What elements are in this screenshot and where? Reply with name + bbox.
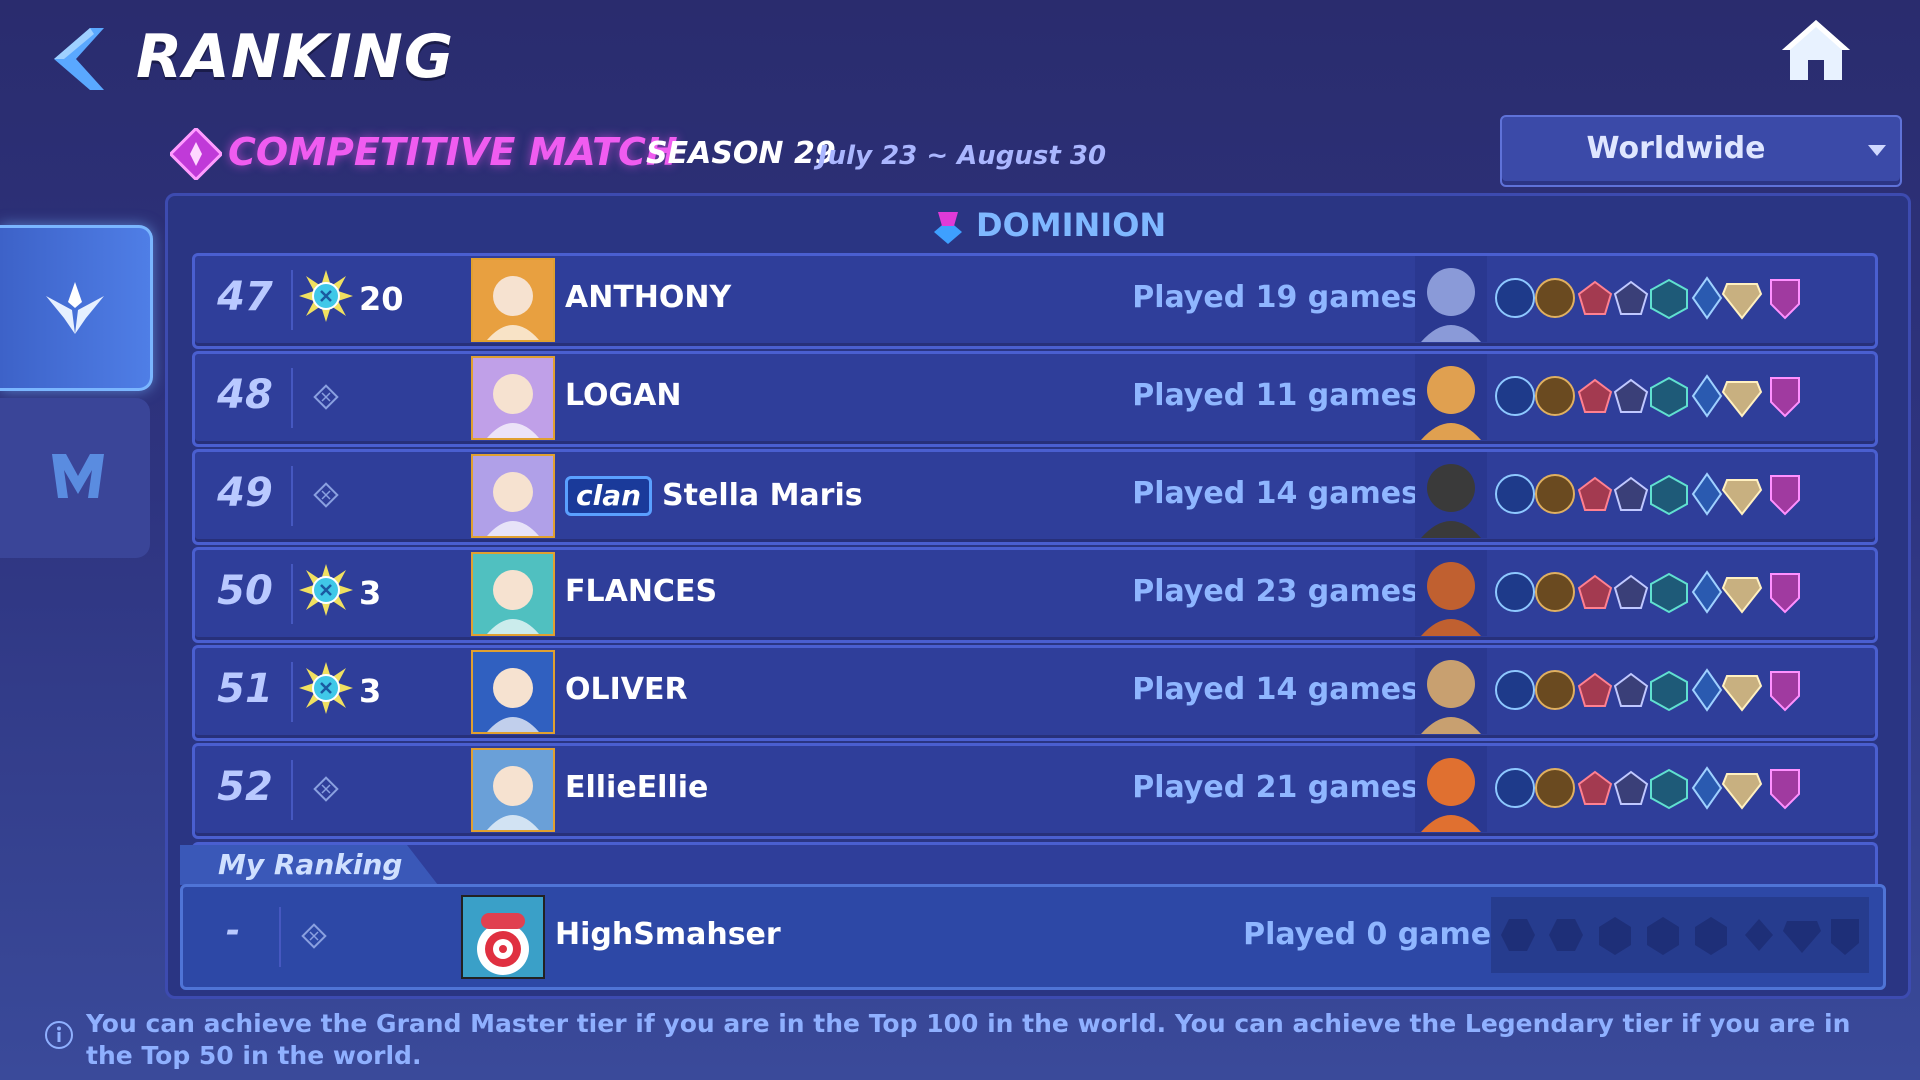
avatar (471, 454, 555, 538)
my-ranking-row[interactable]: - HighSmahser Played 0 games (180, 884, 1886, 990)
clan-badge: clan (565, 476, 653, 516)
rank-number: 52 (217, 764, 273, 810)
player-name-text: Stella Maris (662, 478, 863, 513)
chevron-down-icon (1868, 145, 1886, 156)
season-label: SEASON 29 (646, 136, 836, 171)
region-selected: Worldwide (1586, 131, 1766, 166)
badge-icons (1495, 276, 1800, 320)
divider (279, 907, 281, 967)
diamond-icon (313, 482, 339, 508)
divider (291, 270, 293, 330)
tier-sun-icon (299, 662, 353, 714)
ranking-row[interactable]: 50 3 FLANCES Played 23 games (192, 547, 1878, 643)
ranking-row[interactable]: 48 LOGAN Played 11 games (192, 351, 1878, 447)
ranking-row[interactable]: 47 20 ANTHONY Played 19 games (192, 253, 1878, 349)
divider (291, 760, 293, 820)
mode-label: DOMINION (976, 206, 1167, 244)
player-name-text: LOGAN (565, 378, 682, 413)
competitive-icon (170, 128, 222, 180)
player-name: LOGAN (565, 378, 682, 413)
info-icon (45, 1021, 73, 1049)
hero-portrait (1415, 452, 1487, 538)
player-name-text: FLANCES (565, 574, 718, 609)
tier-value: 3 (359, 574, 382, 612)
rank-number: 51 (217, 666, 273, 712)
hero-portrait (1415, 550, 1487, 636)
competitive-tab-icon (46, 282, 104, 334)
games-played: Played 0 games (1243, 917, 1509, 952)
mode-tab-icon (52, 454, 104, 498)
hero-portrait (1415, 746, 1487, 832)
diamond-icon (301, 923, 327, 949)
tier-sun-icon (299, 564, 353, 616)
tab-modes[interactable] (0, 398, 150, 558)
tier-value: 3 (359, 672, 382, 710)
avatar (471, 258, 555, 342)
player-name: ANTHONY (565, 280, 731, 315)
hero-portrait (1415, 256, 1487, 342)
divider (291, 564, 293, 624)
player-name: clan Stella Maris (565, 476, 863, 516)
player-name-text: OLIVER (565, 672, 688, 707)
games-played: Played 23 games (1132, 574, 1419, 609)
badge-icons (1495, 668, 1800, 712)
avatar (471, 356, 555, 440)
diamond-icon (313, 776, 339, 802)
ranking-row[interactable]: 49 clan Stella Maris Played 14 games (192, 449, 1878, 545)
tier-sun-icon (299, 270, 353, 322)
games-played: Played 14 games (1132, 476, 1419, 511)
games-played: Played 11 games (1132, 378, 1419, 413)
hero-portrait (1415, 648, 1487, 734)
badge-icons (1495, 766, 1800, 810)
rank-number: 48 (217, 372, 273, 418)
dominion-icon (934, 212, 962, 244)
season-dates: July 23 ~ August 30 (818, 141, 1107, 171)
player-name: FLANCES (565, 574, 717, 609)
info-text: You can achieve the Grand Master tier if… (86, 1009, 1851, 1070)
avatar (471, 650, 555, 734)
avatar (471, 552, 555, 636)
avatar (471, 748, 555, 832)
tier-value: 20 (359, 280, 404, 318)
player-name: HighSmahser (555, 917, 781, 952)
page-title: RANKING (136, 22, 455, 92)
back-arrow-icon[interactable] (44, 24, 114, 94)
player-name: OLIVER (565, 672, 688, 707)
diamond-icon (313, 384, 339, 410)
next-row-peek (192, 842, 1878, 885)
player-name: EllieEllie (565, 770, 708, 805)
badge-icons (1495, 472, 1800, 516)
games-played: Played 19 games (1132, 280, 1419, 315)
ranking-row[interactable]: 52 EllieEllie Played 21 games (192, 743, 1878, 839)
player-name-text: ANTHONY (565, 280, 732, 315)
badge-icons (1495, 374, 1800, 418)
player-name-text: EllieEllie (565, 770, 709, 805)
divider (291, 662, 293, 722)
badge-icons (1495, 570, 1800, 614)
my-ranking-label: My Ranking (218, 848, 403, 881)
hero-portrait (1415, 354, 1487, 440)
ranking-row[interactable]: 51 3 OLIVER Played 14 games (192, 645, 1878, 741)
competitive-match-title: COMPETITIVE MATCH (228, 130, 678, 174)
rank-number: 47 (217, 274, 273, 320)
games-played: Played 21 games (1132, 770, 1419, 805)
avatar (461, 895, 545, 979)
rank-number: 49 (217, 470, 273, 516)
home-icon[interactable] (1780, 18, 1852, 82)
rank-number: - (225, 911, 241, 951)
tab-competitive[interactable] (0, 225, 153, 391)
divider (291, 368, 293, 428)
rank-number: 50 (217, 568, 273, 614)
empty-badge-slots (1491, 897, 1869, 973)
games-played: Played 14 games (1132, 672, 1419, 707)
divider (291, 466, 293, 526)
region-dropdown[interactable]: Worldwide (1500, 115, 1902, 187)
